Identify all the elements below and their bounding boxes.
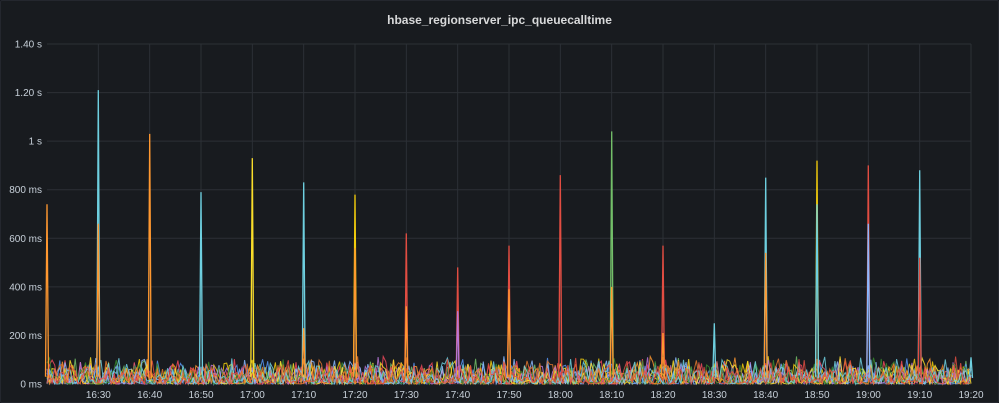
- x-tick-label: 17:50: [496, 390, 521, 401]
- series-spike: [44, 204, 50, 378]
- x-tick-label: 18:50: [804, 390, 829, 401]
- x-tick-label: 17:10: [291, 390, 316, 401]
- x-tick-label: 19:20: [958, 390, 983, 401]
- x-tick-label: 16:40: [137, 390, 162, 401]
- x-tick-label: 19:00: [856, 390, 881, 401]
- y-tick-label: 1 s: [29, 137, 42, 148]
- graph-panel: hbase_regionserver_ipc_queuecalltime 0 m…: [0, 0, 999, 403]
- x-tick-label: 18:30: [702, 390, 727, 401]
- y-tick-label: 800 ms: [9, 185, 42, 196]
- x-tick-label: 17:20: [342, 390, 367, 401]
- y-tick-label: 200 ms: [9, 331, 42, 342]
- x-tick-label: 19:10: [907, 390, 932, 401]
- x-tick-label: 16:50: [188, 390, 213, 401]
- y-tick-label: 400 ms: [9, 282, 42, 293]
- y-tick-label: 1.40 s: [15, 40, 42, 51]
- x-tick-label: 17:30: [394, 390, 419, 401]
- y-tick-label: 600 ms: [9, 234, 42, 245]
- x-tick-label: 18:00: [548, 390, 573, 401]
- x-tick-label: 17:40: [445, 390, 470, 401]
- line-chart[interactable]: 0 ms 200 ms 400 ms 600 ms 800 ms 1 s 1.20 s 1.4…: [1, 1, 998, 402]
- y-tick-label: 1.20 s: [15, 88, 42, 99]
- x-tick-label: 18:10: [599, 390, 624, 401]
- x-tick-label: 17:00: [240, 390, 265, 401]
- x-tick-label: 18:20: [650, 390, 675, 401]
- y-tick-label: 0 ms: [20, 380, 42, 391]
- x-tick-label: 16:30: [86, 390, 111, 401]
- x-tick-label: 18:40: [753, 390, 778, 401]
